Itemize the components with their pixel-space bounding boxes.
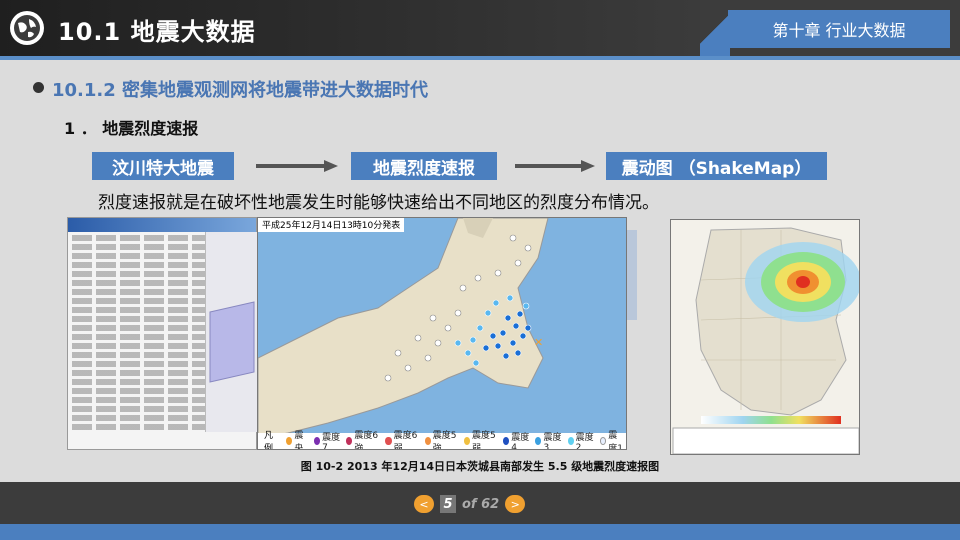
- arrow-right-icon: [515, 160, 595, 172]
- intensity-map: ✕ 平成25年12月14日13時10分発表 凡 例 震央 震度7 震度6強 震度…: [257, 217, 627, 450]
- legend-item: 震度1: [599, 428, 626, 449]
- header-stripe: [0, 56, 960, 60]
- map-legend: 凡 例 震央 震度7 震度6強 震度6弱 震度5強 震度5弱 震度4 震度3 震…: [258, 430, 626, 449]
- svg-text:✕: ✕: [534, 336, 543, 349]
- section-title: 10.1.2 密集地震观测网将地震带进大数据时代: [52, 80, 429, 101]
- globe-icon: [10, 11, 44, 45]
- flow-step-3: 震动图 （ShakeMap）: [606, 152, 827, 180]
- legend-title: 凡 例: [264, 431, 274, 450]
- figure-caption: 图 10-2 2013 年12月14日日本茨城县南部发生 5.5 级地震烈度速报…: [300, 460, 660, 473]
- flow-step-2: 地震烈度速报: [351, 152, 497, 180]
- software-side-panel: [205, 232, 257, 432]
- current-page: 5: [440, 495, 456, 513]
- prev-page-button[interactable]: <: [414, 495, 434, 513]
- flow-step-1: 汶川特大地震: [92, 152, 234, 180]
- software-banner: [68, 218, 256, 232]
- description-text: 烈度速报就是在破坏性地震发生时能够快速给出不同地区的烈度分布情况。: [98, 193, 659, 213]
- legend-item: 震度5弱: [463, 428, 497, 449]
- legend-item: 震度6弱: [385, 428, 418, 449]
- arrow-right-icon: [256, 160, 338, 172]
- page-count: of 62: [462, 496, 500, 512]
- legend-item: 震度7: [314, 430, 340, 449]
- legend-item: 震度5強: [424, 428, 458, 449]
- legend-item: 震度6強: [346, 428, 379, 449]
- chapter-label: 第十章 行业大数据: [728, 10, 950, 48]
- legend-item: 震度3: [535, 430, 561, 449]
- next-page-button[interactable]: >: [505, 495, 526, 513]
- legend-item: 震央: [286, 428, 308, 449]
- pager: < 5 of 62 >: [414, 494, 560, 514]
- page-title: 10.1 地震大数据: [58, 18, 256, 46]
- legend-item: 震度2: [567, 430, 594, 449]
- map-title: 平成25年12月14日13時10分発表: [258, 218, 405, 232]
- footer-stripe: [0, 524, 960, 540]
- shakemap-image: [670, 219, 860, 455]
- chapter-tab-corner: [700, 0, 730, 58]
- legend-item: 震度4: [503, 430, 529, 449]
- sub-title: 1 ． 地震烈度速报: [64, 119, 199, 138]
- scrollbar[interactable]: [627, 230, 637, 320]
- bullet-dot: [33, 82, 44, 93]
